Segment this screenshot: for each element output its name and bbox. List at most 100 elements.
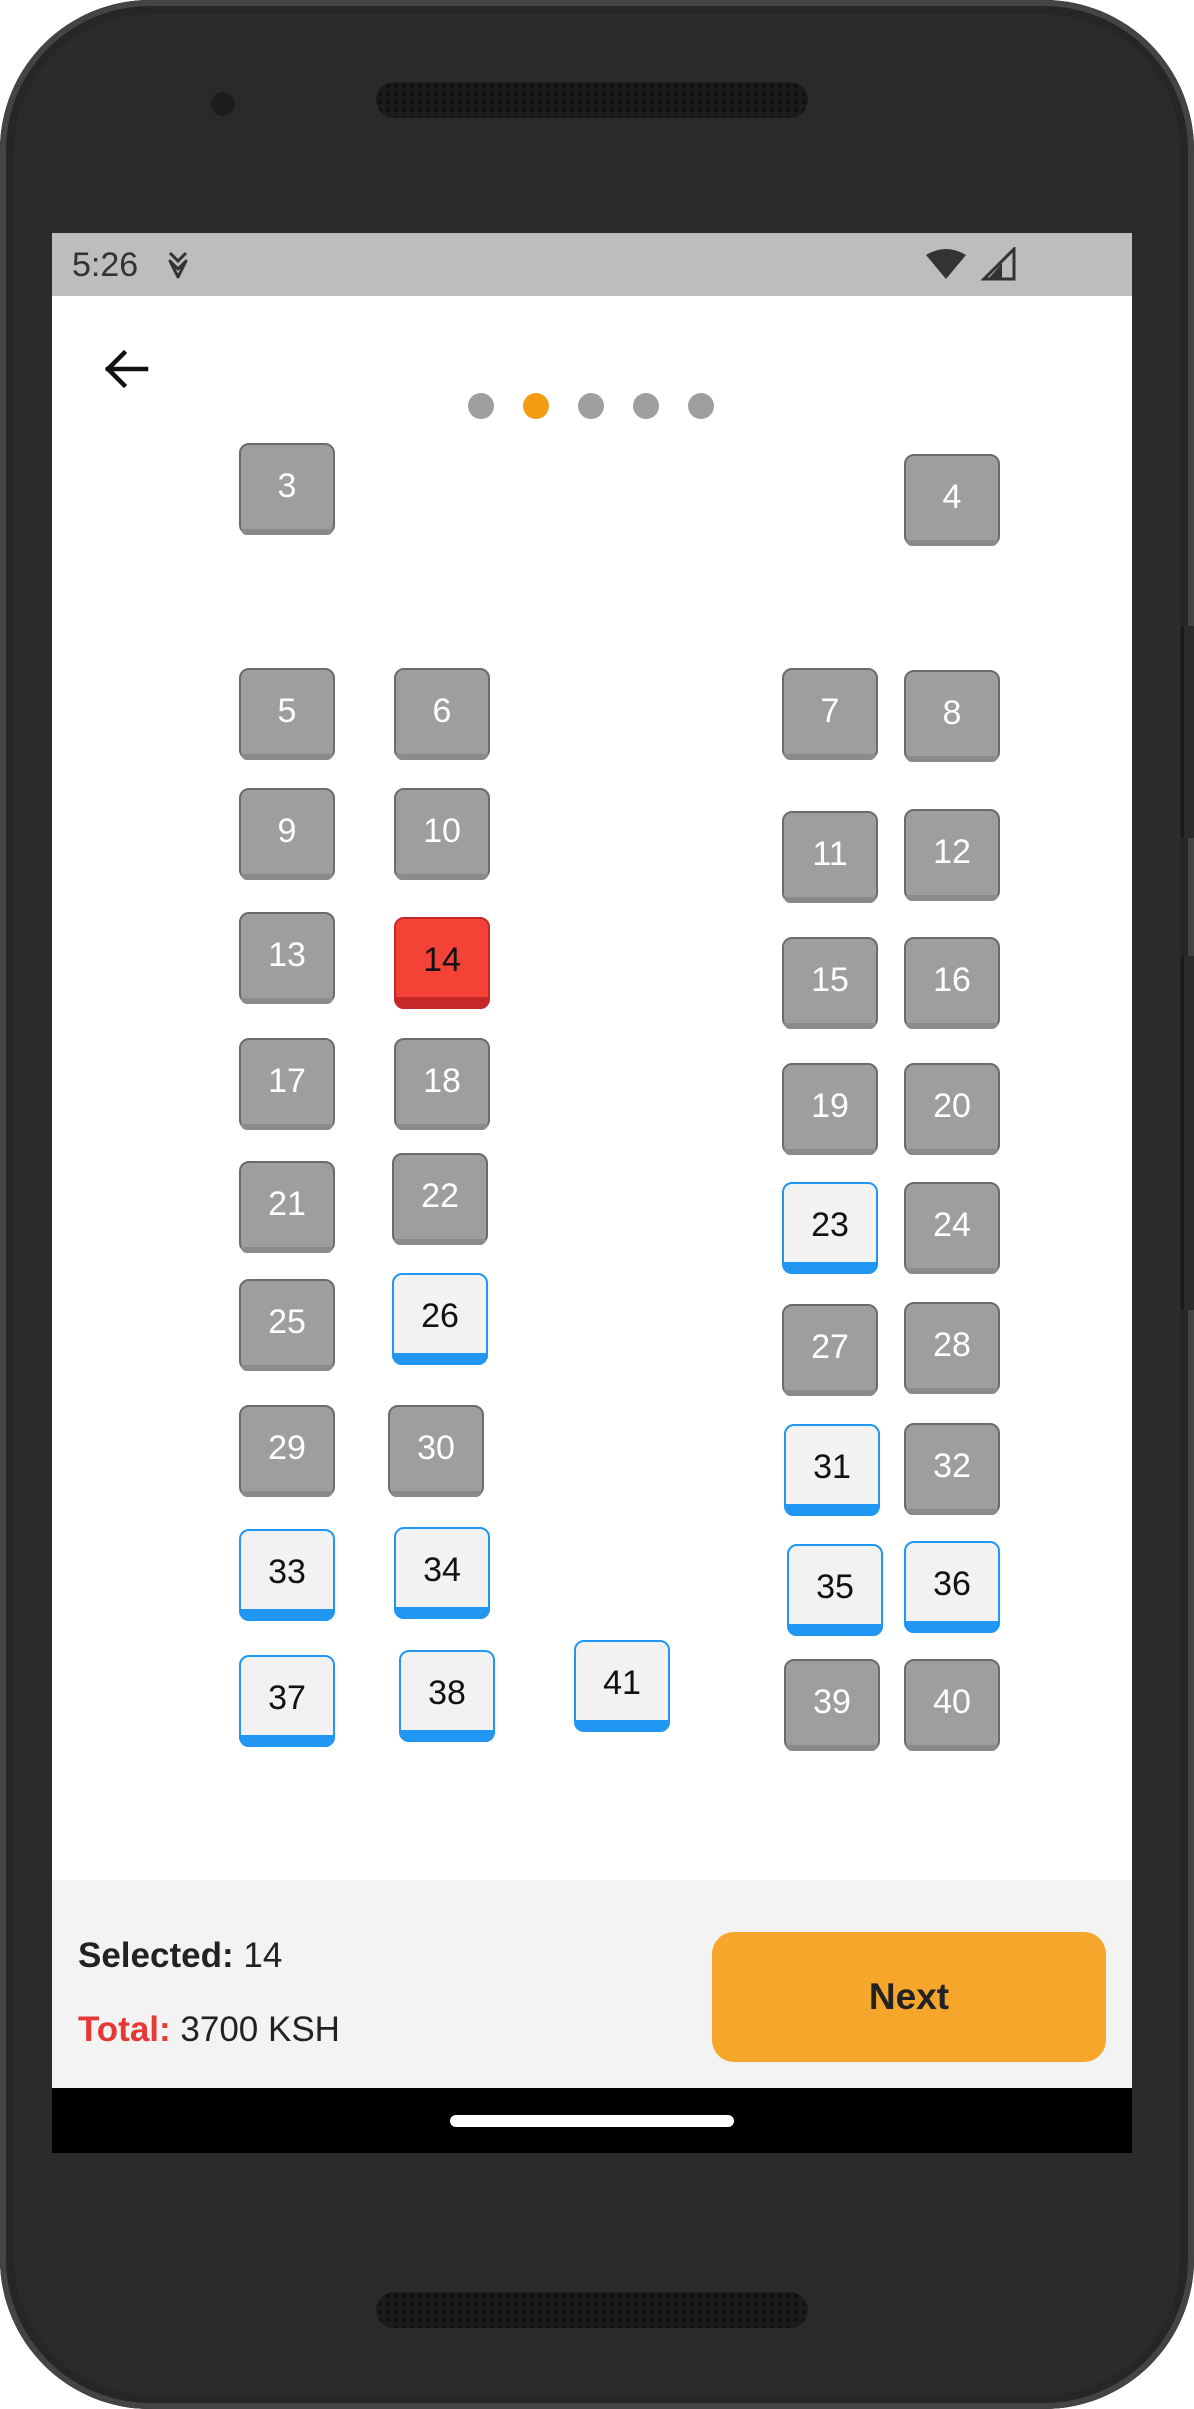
wifi-signal-icon (926, 247, 1016, 281)
seat-number: 14 (423, 940, 461, 979)
seat-number: 13 (268, 935, 306, 974)
seat-3: 3 (239, 443, 335, 535)
seat-28: 28 (904, 1302, 1000, 1394)
seat-number: 33 (268, 1552, 306, 1591)
seat-number: 38 (428, 1673, 466, 1712)
seat-6: 6 (394, 668, 490, 760)
seat-number: 18 (423, 1061, 461, 1100)
seat-number: 8 (942, 693, 962, 732)
seat-number: 25 (268, 1302, 306, 1341)
seat-number: 27 (811, 1327, 849, 1366)
seat-number: 37 (268, 1678, 306, 1717)
seat-41[interactable]: 41 (574, 1640, 670, 1732)
seat-18: 18 (394, 1038, 490, 1130)
seat-21: 21 (239, 1161, 335, 1253)
seat-number: 4 (942, 477, 962, 516)
seat-number: 20 (933, 1086, 971, 1125)
seat-25: 25 (239, 1279, 335, 1371)
seat-5: 5 (239, 668, 335, 760)
total-value: 3700 KSH (180, 2010, 340, 2049)
total-label: Total: (78, 2010, 171, 2049)
seat-29: 29 (239, 1405, 335, 1497)
seat-15: 15 (782, 937, 878, 1029)
seat-number: 3 (277, 466, 297, 505)
seat-number: 12 (933, 832, 971, 871)
seat-number: 21 (268, 1184, 306, 1223)
page-dot (523, 393, 549, 419)
download-notification-icon (168, 251, 188, 279)
seat-10: 10 (394, 788, 490, 880)
seat-27: 27 (782, 1304, 878, 1396)
page-dot (633, 393, 659, 419)
seat-number: 16 (933, 960, 971, 999)
seat-35[interactable]: 35 (787, 1544, 883, 1636)
page-dot (468, 393, 494, 419)
seat-number: 29 (268, 1428, 306, 1467)
seat-number: 28 (933, 1325, 971, 1364)
seat-23[interactable]: 23 (782, 1182, 878, 1274)
next-button[interactable]: Next (712, 1932, 1106, 2062)
volume-button (1181, 956, 1194, 1310)
earpiece-speaker (376, 82, 808, 118)
seat-30: 30 (388, 1405, 484, 1497)
seat-8: 8 (904, 670, 1000, 762)
seat-11: 11 (782, 811, 878, 903)
seat-32: 32 (904, 1423, 1000, 1515)
seat-number: 17 (268, 1061, 306, 1100)
page-dot (578, 393, 604, 419)
seat-39: 39 (784, 1659, 880, 1751)
seat-12: 12 (904, 809, 1000, 901)
seat-31[interactable]: 31 (784, 1424, 880, 1516)
front-camera (205, 86, 241, 122)
seat-number: 31 (813, 1447, 851, 1486)
seat-33[interactable]: 33 (239, 1529, 335, 1621)
booking-summary-bar: Selected: 14 Total: 3700 KSH Next (52, 1880, 1132, 2088)
seat-19: 19 (782, 1063, 878, 1155)
seat-24: 24 (904, 1182, 1000, 1274)
total-summary: Total: 3700 KSH (78, 2010, 340, 2050)
navigation-bar (52, 2088, 1132, 2153)
status-bar: 5:26 (52, 233, 1132, 296)
seat-number: 34 (423, 1550, 461, 1589)
status-time: 5:26 (72, 246, 139, 284)
bottom-speaker (376, 2292, 808, 2328)
seat-number: 36 (933, 1564, 971, 1603)
seat-40: 40 (904, 1659, 1000, 1751)
selected-label: Selected: (78, 1936, 234, 1975)
seat-number: 22 (421, 1176, 459, 1215)
seat-number: 7 (820, 691, 840, 730)
home-indicator[interactable] (450, 2115, 734, 2127)
arrow-left-icon[interactable] (100, 343, 152, 395)
seat-number: 15 (811, 960, 849, 999)
seat-38[interactable]: 38 (399, 1650, 495, 1742)
seat-37[interactable]: 37 (239, 1655, 335, 1747)
seat-4: 4 (904, 454, 1000, 546)
selected-value: 14 (243, 1936, 283, 1975)
seat-number: 5 (277, 691, 297, 730)
seat-22: 22 (392, 1153, 488, 1245)
seat-number: 32 (933, 1446, 971, 1485)
seat-13: 13 (239, 912, 335, 1004)
seat-number: 9 (277, 811, 297, 850)
seat-20: 20 (904, 1063, 1000, 1155)
seat-number: 23 (811, 1205, 849, 1244)
seat-9: 9 (239, 788, 335, 880)
seat-7: 7 (782, 668, 878, 760)
seat-number: 35 (816, 1567, 854, 1606)
seat-16: 16 (904, 937, 1000, 1029)
seat-number: 11 (812, 834, 848, 873)
seat-number: 39 (813, 1682, 851, 1721)
seat-number: 26 (421, 1296, 459, 1335)
seat-number: 41 (603, 1663, 641, 1702)
seat-number: 30 (417, 1428, 455, 1467)
screen: 5:26 3 4 5 6 7 8 9 10 11 12 13 14 15 16 17 18 19 20 21 22 23… (52, 233, 1132, 2153)
seat-14[interactable]: 14 (394, 917, 490, 1009)
seat-number: 19 (811, 1086, 849, 1125)
seat-17: 17 (239, 1038, 335, 1130)
seat-36[interactable]: 36 (904, 1541, 1000, 1633)
page-dot (688, 393, 714, 419)
phone-frame: 5:26 3 4 5 6 7 8 9 10 11 12 13 14 15 16 17 18 19 20 21 22 23… (0, 0, 1194, 2409)
seat-26[interactable]: 26 (392, 1273, 488, 1365)
seat-34[interactable]: 34 (394, 1527, 490, 1619)
seat-number: 6 (432, 691, 452, 730)
